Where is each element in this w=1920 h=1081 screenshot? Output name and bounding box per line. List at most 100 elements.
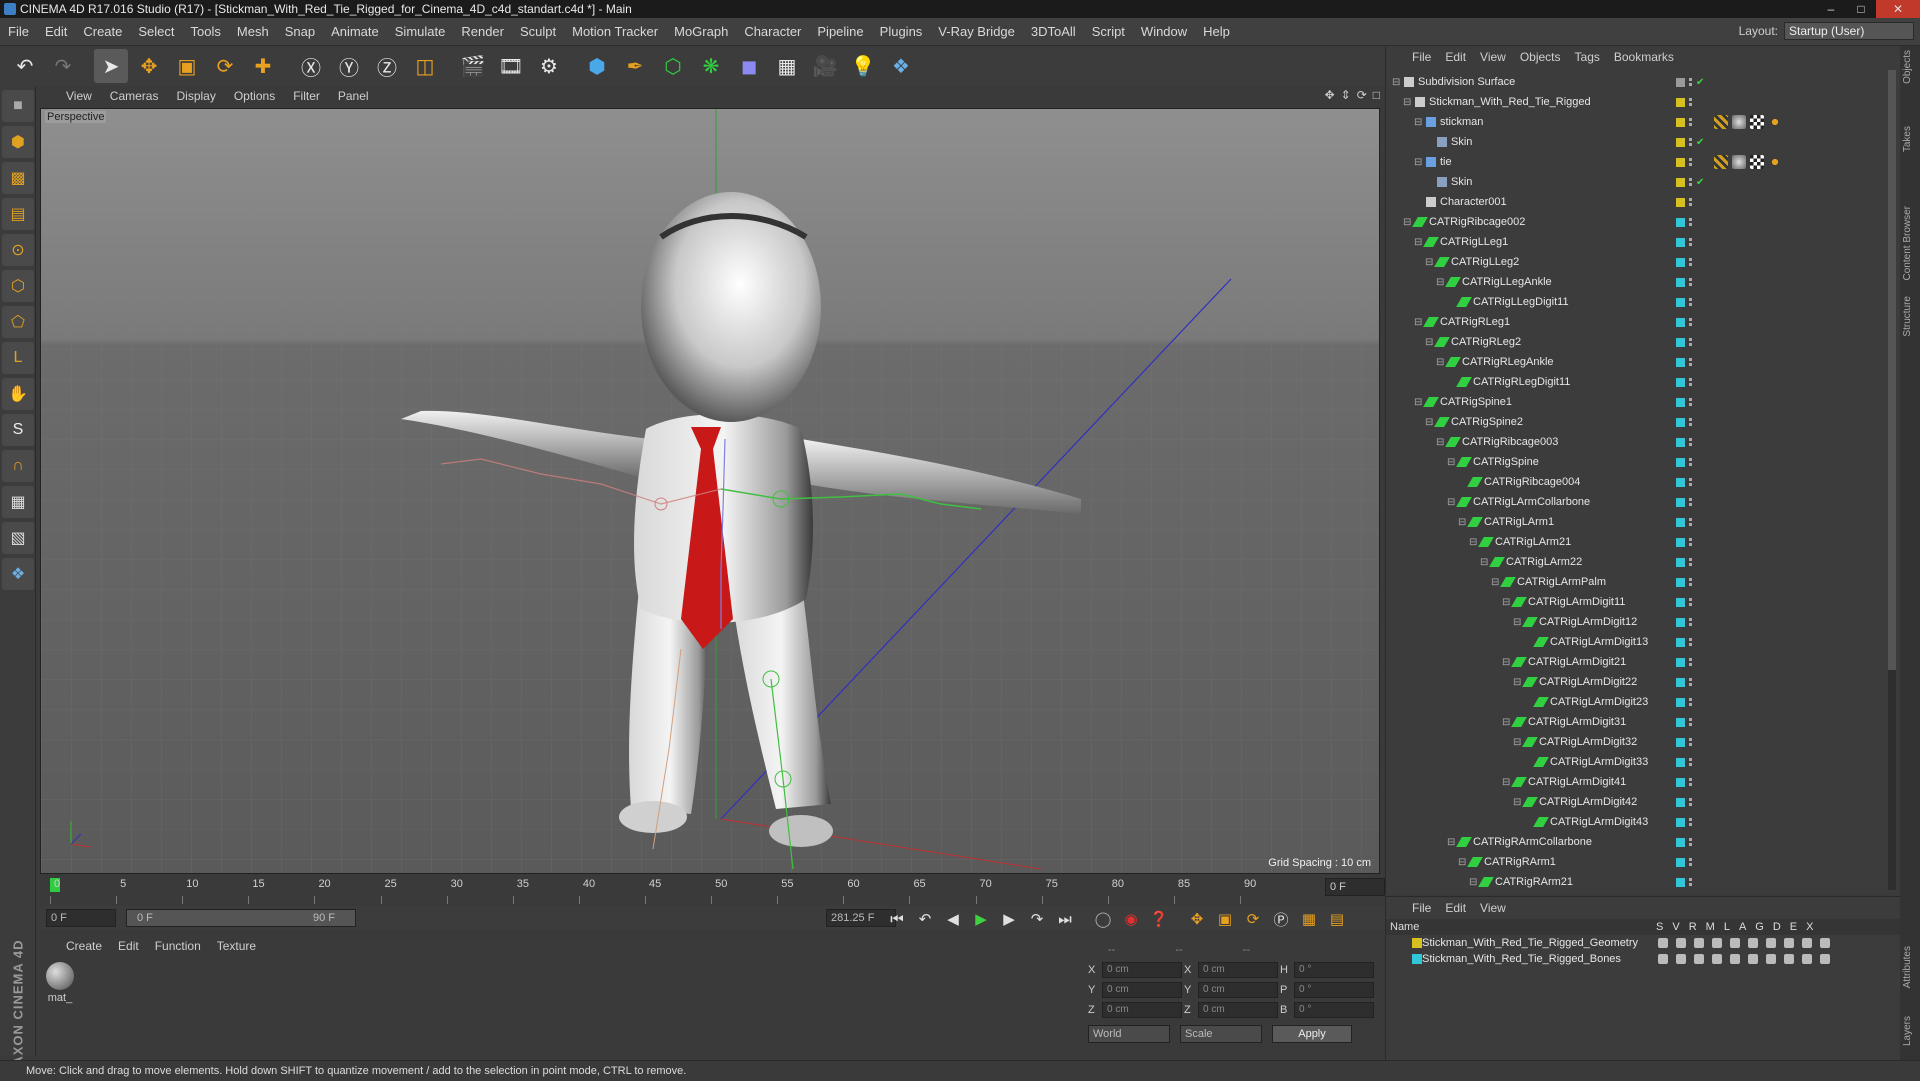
range-slider[interactable]: 0 F 90 F bbox=[126, 909, 356, 927]
layer-color-swatch[interactable] bbox=[1676, 557, 1685, 567]
render-visibility-dot[interactable] bbox=[1689, 483, 1692, 486]
tweak-icon[interactable]: ✋ bbox=[2, 378, 34, 410]
render-visibility-dot[interactable] bbox=[1689, 403, 1692, 406]
prev-frame-icon[interactable]: ◀ bbox=[941, 908, 965, 930]
timeline-ruler[interactable]: 0 F 0 5 10 15 20 25 30 35 40 45 50 55 60 65 70 75 80 85 90 bbox=[40, 876, 1385, 906]
object-row[interactable]: ⊟ CATRigLArm22 bbox=[1386, 552, 1886, 572]
render-visibility-dot[interactable] bbox=[1689, 283, 1692, 286]
layer-color-swatch[interactable] bbox=[1676, 417, 1685, 427]
visibility-dots[interactable] bbox=[1689, 558, 1692, 566]
rotation-key-icon[interactable]: ⟳ bbox=[1241, 908, 1265, 930]
menu-window[interactable]: Window bbox=[1141, 24, 1187, 39]
render-toggle-icon[interactable] bbox=[1694, 938, 1704, 948]
undo-icon[interactable]: ↶ bbox=[8, 49, 42, 83]
manager-toggle-icon[interactable] bbox=[1712, 954, 1722, 964]
layer-row[interactable]: Stickman_With_Red_Tie_Rigged_Bones bbox=[1386, 951, 1900, 967]
layer-menu-file[interactable]: File bbox=[1412, 901, 1431, 915]
render-visibility-dot[interactable] bbox=[1689, 123, 1692, 126]
magnet-icon[interactable]: ∩ bbox=[2, 450, 34, 482]
snap-icon[interactable]: S bbox=[2, 414, 34, 446]
editor-visibility-dot[interactable] bbox=[1689, 498, 1692, 501]
editor-visibility-dot[interactable] bbox=[1689, 238, 1692, 241]
point-level-icon[interactable]: ▦ bbox=[1297, 908, 1321, 930]
visibility-dots[interactable] bbox=[1689, 338, 1692, 346]
camera-icon[interactable]: 🎥 bbox=[808, 49, 842, 83]
menu-file[interactable]: File bbox=[8, 24, 29, 39]
python-icon[interactable]: ❖ bbox=[884, 49, 918, 83]
render-visibility-dot[interactable] bbox=[1689, 183, 1692, 186]
orbit-icon[interactable]: ⟳ bbox=[1357, 88, 1367, 102]
menu-simulate[interactable]: Simulate bbox=[395, 24, 446, 39]
z-axis-icon[interactable]: Ⓩ bbox=[370, 49, 404, 83]
scale-tool-icon[interactable]: ▣ bbox=[170, 49, 204, 83]
coordinate-system-icon[interactable]: ◫ bbox=[408, 49, 442, 83]
editor-visibility-dot[interactable] bbox=[1689, 218, 1692, 221]
tab-attributes[interactable]: Attributes bbox=[1902, 946, 1913, 988]
object-row[interactable]: ⊟ CATRigLArm1 bbox=[1386, 512, 1886, 532]
layer-color-swatch[interactable] bbox=[1676, 77, 1685, 87]
object-menu-bookmarks[interactable]: Bookmarks bbox=[1614, 50, 1674, 64]
render-visibility-dot[interactable] bbox=[1689, 223, 1692, 226]
viewport-menu-filter[interactable]: Filter bbox=[293, 89, 320, 103]
layer-color-swatch[interactable] bbox=[1676, 817, 1685, 827]
editor-visibility-dot[interactable] bbox=[1689, 678, 1692, 681]
xref-toggle-icon[interactable] bbox=[1820, 954, 1830, 964]
menu-script[interactable]: Script bbox=[1092, 24, 1125, 39]
visibility-dots[interactable] bbox=[1689, 198, 1692, 206]
coord-value-field[interactable]: 0 cm bbox=[1102, 962, 1182, 978]
scale-key-icon[interactable]: ▣ bbox=[1213, 908, 1237, 930]
visibility-dots[interactable] bbox=[1689, 698, 1692, 706]
menu-pipeline[interactable]: Pipeline bbox=[817, 24, 863, 39]
menu-edit[interactable]: Edit bbox=[45, 24, 67, 39]
menu-v-ray-bridge[interactable]: V-Ray Bridge bbox=[938, 24, 1015, 39]
layer-color-swatch[interactable] bbox=[1676, 677, 1685, 687]
object-row[interactable]: ⊟ CATRigRArm21 bbox=[1386, 872, 1886, 892]
xref-toggle-icon[interactable] bbox=[1820, 938, 1830, 948]
render-visibility-dot[interactable] bbox=[1689, 243, 1692, 246]
layer-color-swatch[interactable] bbox=[1676, 637, 1685, 647]
object-row[interactable]: ⊟ Subdivision Surface ✔ bbox=[1386, 72, 1886, 92]
render-visibility-dot[interactable] bbox=[1689, 203, 1692, 206]
editor-visibility-dot[interactable] bbox=[1689, 598, 1692, 601]
visibility-dots[interactable] bbox=[1689, 458, 1692, 466]
generators-toggle-icon[interactable] bbox=[1766, 954, 1776, 964]
render-visibility-dot[interactable] bbox=[1689, 103, 1692, 106]
render-visibility-dot[interactable] bbox=[1689, 143, 1692, 146]
editor-visibility-dot[interactable] bbox=[1689, 538, 1692, 541]
object-row[interactable]: ⊟ CATRigLArmDigit21 bbox=[1386, 652, 1886, 672]
layer-color-swatch[interactable] bbox=[1676, 617, 1685, 627]
render-view-icon[interactable]: 🎬 bbox=[456, 49, 490, 83]
editor-visibility-dot[interactable] bbox=[1689, 478, 1692, 481]
expressions-toggle-icon[interactable] bbox=[1802, 954, 1812, 964]
layer-color-swatch[interactable] bbox=[1676, 217, 1685, 227]
coord-value-field[interactable]: 0 cm bbox=[1102, 982, 1182, 998]
render-visibility-dot[interactable] bbox=[1689, 783, 1692, 786]
layer-row[interactable]: Stickman_With_Red_Tie_Rigged_Geometry bbox=[1386, 935, 1900, 951]
tab-takes[interactable]: Takes bbox=[1902, 126, 1913, 152]
last-tool-icon[interactable]: ✚ bbox=[246, 49, 280, 83]
layer-color-swatch[interactable] bbox=[1676, 257, 1685, 267]
menu-motion-tracker[interactable]: Motion Tracker bbox=[572, 24, 658, 39]
layer-color-swatch[interactable] bbox=[1676, 737, 1685, 747]
layer-color-swatch[interactable] bbox=[1676, 237, 1685, 247]
material-menu-edit[interactable]: Edit bbox=[118, 939, 139, 953]
render-visibility-dot[interactable] bbox=[1689, 423, 1692, 426]
enabled-check-icon[interactable]: ✔ bbox=[1696, 77, 1704, 88]
viewport-menu-cameras[interactable]: Cameras bbox=[110, 89, 159, 103]
tab-layers[interactable]: Layers bbox=[1902, 1016, 1913, 1046]
editor-visibility-dot[interactable] bbox=[1689, 198, 1692, 201]
visibility-dots[interactable] bbox=[1689, 398, 1692, 406]
layer-color-swatch[interactable] bbox=[1676, 837, 1685, 847]
render-visibility-dot[interactable] bbox=[1689, 563, 1692, 566]
render-visibility-dot[interactable] bbox=[1689, 543, 1692, 546]
layer-color-swatch[interactable] bbox=[1676, 717, 1685, 727]
grid-lock-icon[interactable]: ▦ bbox=[2, 486, 34, 518]
constraint-tag-icon[interactable] bbox=[1768, 155, 1782, 169]
light-icon[interactable]: 💡 bbox=[846, 49, 880, 83]
object-row[interactable]: Skin ✔ bbox=[1386, 132, 1886, 152]
locked-toggle-icon[interactable] bbox=[1730, 938, 1740, 948]
expand-icon[interactable]: ⊟ bbox=[1414, 117, 1424, 128]
view-toggle-icon[interactable] bbox=[1676, 954, 1686, 964]
coordinate-mode-dropdown[interactable]: Scale bbox=[1180, 1025, 1262, 1043]
object-row[interactable]: ⊟ CATRigRLeg2 bbox=[1386, 332, 1886, 352]
